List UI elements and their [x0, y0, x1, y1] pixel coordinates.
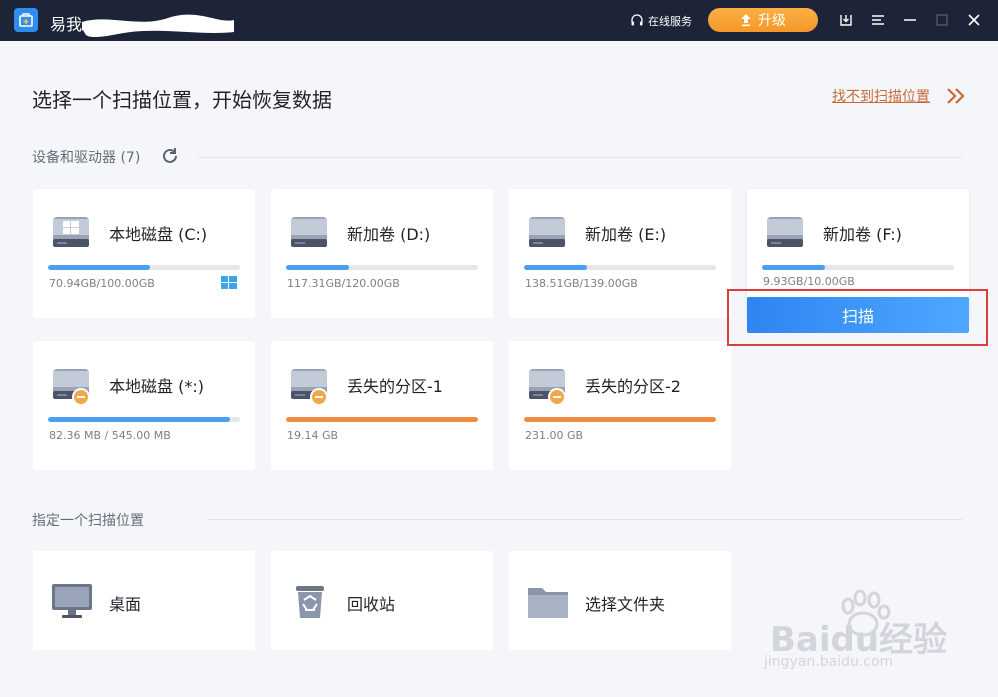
online-service-button[interactable]: 在线服务	[630, 13, 692, 29]
hard-drive-icon	[529, 217, 565, 247]
drive-name: 丢失的分区-1	[347, 377, 443, 396]
cant-find-location-link[interactable]: 找不到扫描位置	[832, 86, 930, 106]
maximize-icon[interactable]	[934, 12, 950, 28]
refresh-icon[interactable]	[160, 146, 180, 166]
online-service-label: 在线服务	[648, 15, 692, 28]
section-divider	[208, 519, 962, 520]
usage-bar-fill	[48, 265, 150, 270]
drive-size: 231.00 GB	[525, 429, 584, 442]
windows-drive-icon	[53, 217, 89, 247]
usage-bar-fill	[286, 265, 350, 270]
windows-logo-icon	[221, 276, 237, 289]
location-name: 选择文件夹	[585, 595, 666, 614]
drive-name: 新加卷 (E:)	[585, 225, 667, 244]
watermark-url: jingyan.baidu.com	[764, 654, 894, 670]
usage-bar-fill	[48, 417, 231, 422]
drive-size: 82.36 MB / 545.00 MB	[49, 429, 171, 442]
usage-bar	[524, 417, 716, 422]
usage-bar	[48, 265, 240, 270]
hard-drive-icon	[291, 217, 327, 247]
drive-card[interactable]: 本地磁盘 (*:) 82.36 MB / 545.00 MB	[33, 341, 255, 470]
drive-card[interactable]: 丢失的分区-1 19.14 GB	[271, 341, 493, 470]
lost-partition-icon	[291, 369, 328, 405]
upgrade-button[interactable]: 升级	[708, 8, 818, 32]
title-bar: 易我 在线服务 升级	[0, 0, 998, 41]
close-icon[interactable]	[966, 12, 982, 28]
unallocated-drive-icon	[53, 369, 90, 405]
drive-size: 70.94GB/100.00GB	[49, 277, 155, 290]
usage-bar-fill	[524, 265, 588, 270]
location-card[interactable]: 选择文件夹	[509, 551, 731, 650]
usage-bar-fill	[286, 417, 478, 422]
usage-bar	[524, 265, 716, 270]
minimize-icon[interactable]	[902, 12, 918, 28]
drive-size: 138.51GB/139.00GB	[525, 277, 638, 290]
drive-name: 新加卷 (F:)	[823, 225, 902, 244]
drive-size: 9.93GB/10.00GB	[763, 275, 855, 288]
redaction-mark	[82, 14, 234, 38]
usage-bar	[762, 265, 954, 270]
drive-size: 117.31GB/120.00GB	[287, 277, 400, 290]
drive-name: 本地磁盘 (*:)	[109, 377, 204, 396]
hard-drive-icon	[767, 217, 803, 247]
annotation-highlight-box	[727, 289, 988, 346]
devices-section-title: 设备和驱动器 (7)	[32, 150, 141, 166]
drive-card[interactable]: 新加卷 (E:) 138.51GB/139.00GB	[509, 189, 731, 318]
drive-name: 新加卷 (D:)	[347, 225, 431, 244]
baidu-watermark: Baidu经验 jingyan.baidu.com	[762, 590, 952, 680]
drive-name: 本地磁盘 (C:)	[109, 225, 208, 244]
download-icon[interactable]	[838, 12, 854, 28]
usage-bar	[286, 417, 478, 422]
menu-icon[interactable]	[870, 12, 886, 28]
location-card[interactable]: 桌面	[33, 551, 255, 650]
location-card[interactable]: 回收站	[271, 551, 493, 650]
location-section-title: 指定一个扫描位置	[32, 513, 144, 529]
upgrade-label: 升级	[758, 13, 786, 29]
drive-card[interactable]: 丢失的分区-2 231.00 GB	[509, 341, 731, 470]
location-name: 回收站	[347, 595, 396, 614]
double-chevron-right-icon[interactable]	[944, 86, 968, 106]
upload-arrow-icon	[741, 14, 751, 27]
app-logo-icon	[14, 8, 38, 32]
desktop-icon	[52, 584, 92, 618]
usage-bar	[48, 417, 240, 422]
usage-bar-fill	[762, 265, 826, 270]
headset-icon	[631, 14, 643, 26]
usage-bar-fill	[524, 417, 716, 422]
drive-name: 丢失的分区-2	[585, 377, 681, 396]
location-name: 桌面	[109, 595, 142, 614]
section-divider	[198, 157, 962, 158]
drive-card[interactable]: 本地磁盘 (C:) 70.94GB/100.00GB	[33, 189, 255, 318]
drive-size: 19.14 GB	[287, 429, 339, 442]
folder-icon	[528, 588, 568, 618]
drive-card[interactable]: 新加卷 (D:) 117.31GB/120.00GB	[271, 189, 493, 318]
page-title: 选择一个扫描位置，开始恢复数据	[32, 88, 332, 112]
lost-partition-icon	[529, 369, 566, 405]
usage-bar	[286, 265, 478, 270]
recycle-bin-icon	[296, 586, 324, 618]
